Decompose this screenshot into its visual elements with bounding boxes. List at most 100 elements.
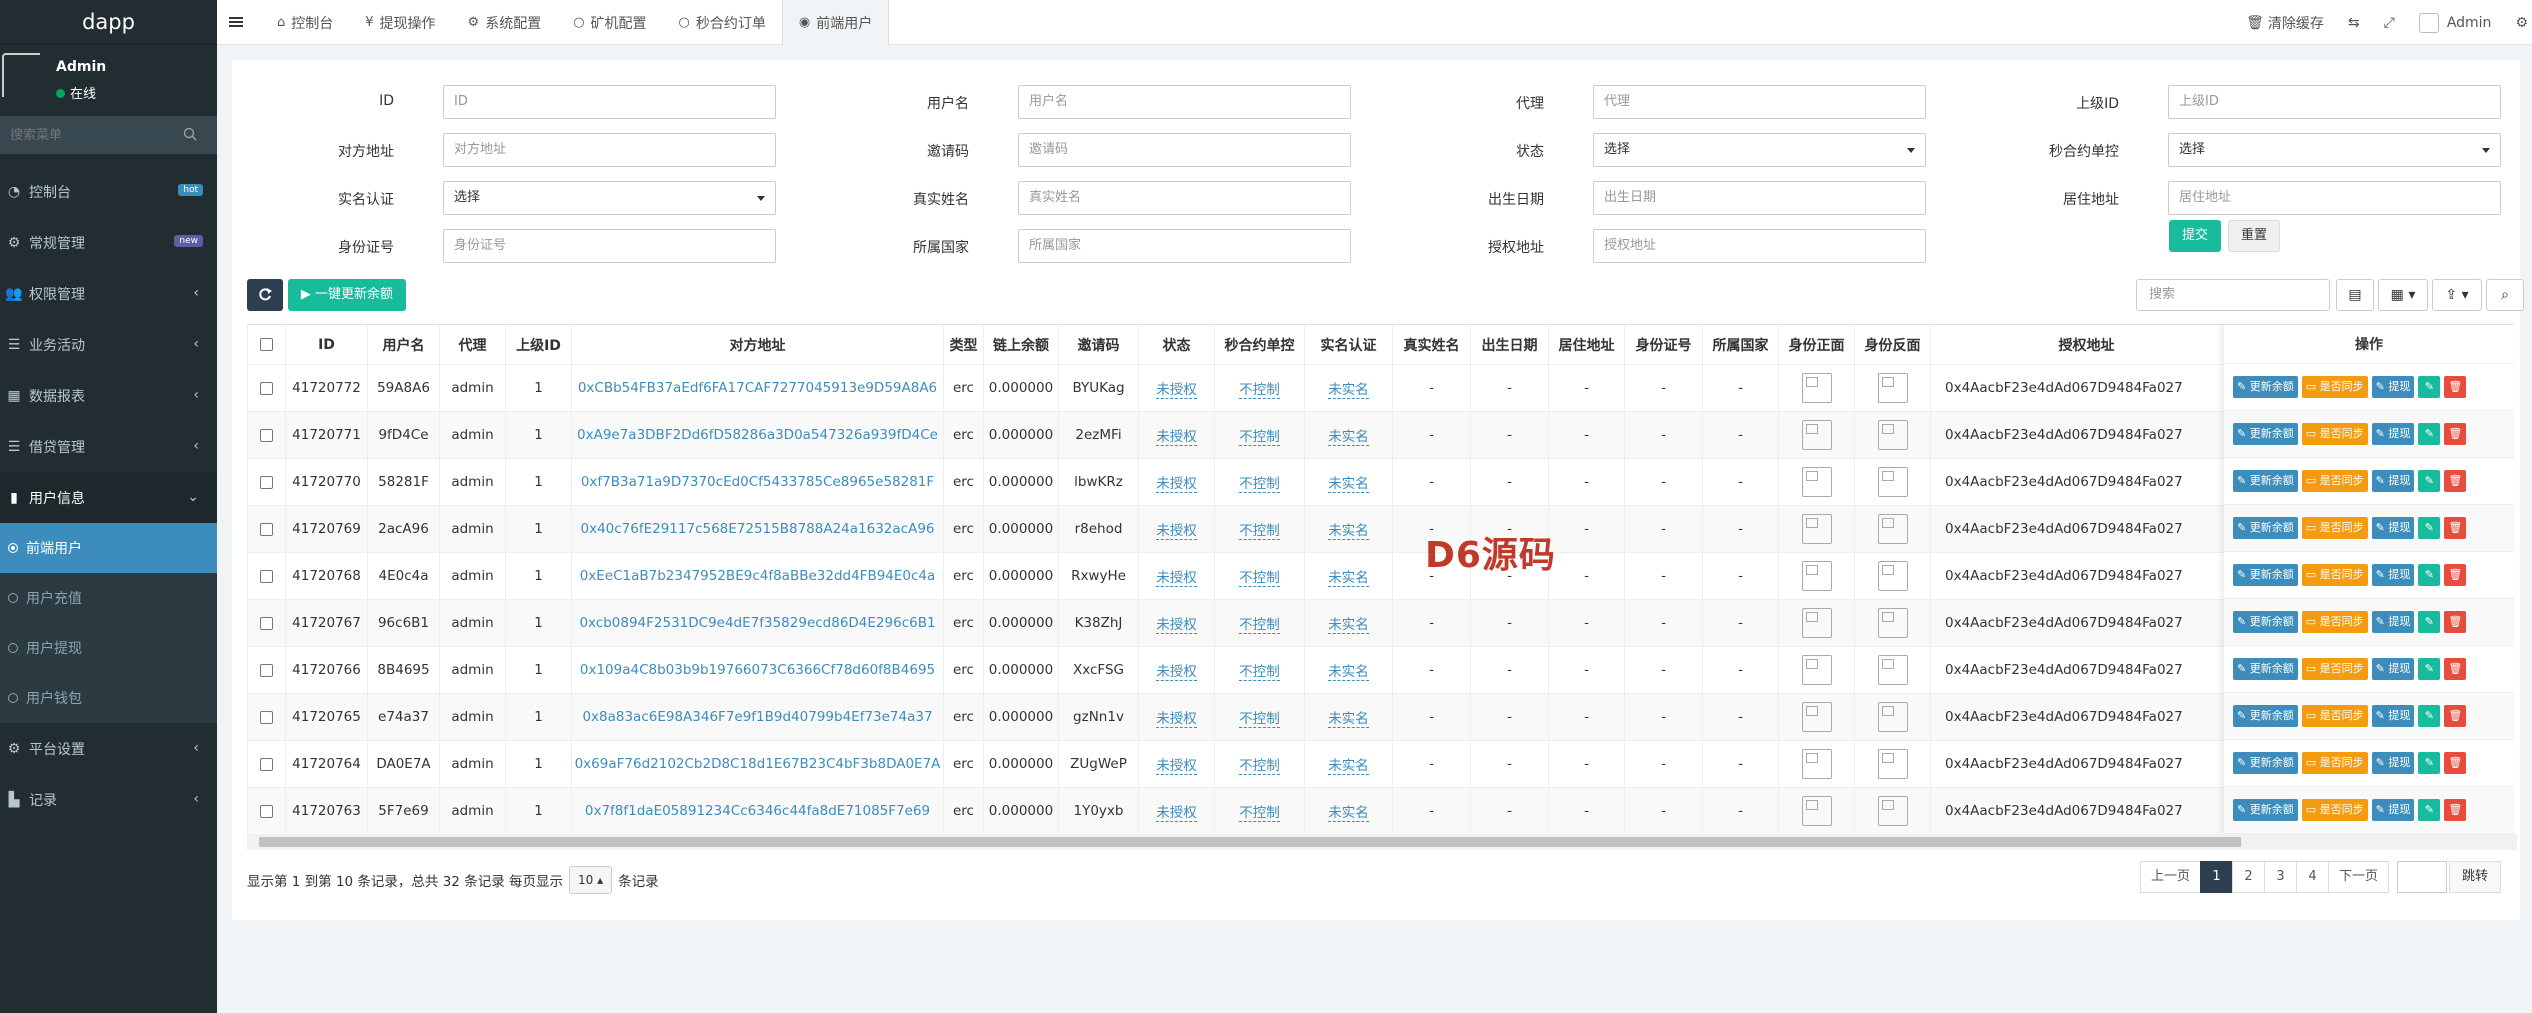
cell-status-value[interactable]: 未授权: [1156, 711, 1197, 728]
table-search-input[interactable]: 搜索: [2136, 279, 2330, 311]
search-toggle-button[interactable]: ⌕: [2486, 279, 2524, 311]
column-header[interactable]: 类型: [943, 324, 984, 365]
column-header[interactable]: 居住地址: [1548, 324, 1625, 365]
filter-input[interactable]: 邀请码: [1018, 133, 1351, 167]
filter-input[interactable]: 上级ID: [2168, 85, 2501, 119]
prev-page-button[interactable]: 上一页: [2140, 861, 2202, 893]
delete-button[interactable]: 🗑: [2444, 423, 2467, 445]
withdraw-button[interactable]: ✎ 提现: [2371, 705, 2415, 727]
broken-image-icon[interactable]: [1877, 655, 1908, 685]
cell-realname_auth-value[interactable]: 未实名: [1328, 429, 1369, 446]
jump-button[interactable]: 跳转: [2449, 861, 2502, 893]
cell-control-value[interactable]: 不控制: [1239, 570, 1280, 587]
row-checkbox[interactable]: [260, 475, 273, 489]
row-checkbox[interactable]: [260, 710, 273, 724]
column-header[interactable]: 上级ID: [505, 324, 572, 365]
filter-input[interactable]: 代理: [1593, 85, 1926, 119]
page-button-4[interactable]: 4: [2296, 861, 2330, 893]
page-button-3[interactable]: 3: [2264, 861, 2298, 893]
cell-realname_auth-value[interactable]: 未实名: [1328, 805, 1369, 822]
update-balance-button[interactable]: ✎ 更新余额: [2233, 564, 2298, 586]
column-header[interactable]: 所属国家: [1702, 324, 1779, 365]
fullscreen-button[interactable]: ⤢: [2384, 15, 2395, 31]
cell-control-value[interactable]: 不控制: [1239, 711, 1280, 728]
filter-input[interactable]: 真实姓名: [1018, 181, 1351, 215]
column-header[interactable]: 邀请码: [1058, 324, 1139, 365]
cell-control-value[interactable]: 不控制: [1239, 664, 1280, 681]
edit-button[interactable]: ✎: [2418, 799, 2441, 821]
broken-image-icon[interactable]: [1801, 749, 1832, 779]
row-checkbox[interactable]: [260, 381, 273, 395]
cell-realname_auth-value[interactable]: 未实名: [1328, 664, 1369, 681]
filter-select[interactable]: 选择: [2168, 133, 2501, 167]
sync-button[interactable]: ▭ 是否同步: [2301, 658, 2368, 680]
delete-button[interactable]: 🗑: [2444, 470, 2467, 492]
update-balance-button[interactable]: ✎ 更新余额: [2233, 705, 2298, 727]
cell-address-value[interactable]: 0xcb0894F2531DC9e4dE7f35829ecd86D4E296c6…: [579, 615, 935, 631]
withdraw-button[interactable]: ✎ 提现: [2371, 752, 2415, 774]
jump-page-input[interactable]: [2397, 861, 2448, 893]
column-header[interactable]: 授权地址: [1930, 324, 2243, 365]
delete-button[interactable]: 🗑: [2444, 658, 2467, 680]
broken-image-icon[interactable]: [1801, 608, 1832, 638]
sidebar-item-platform[interactable]: ⚙ 平台设置 ‹: [0, 723, 217, 774]
cell-control-value[interactable]: 不控制: [1239, 758, 1280, 775]
export-button[interactable]: ⇪ ▾: [2432, 279, 2482, 311]
withdraw-button[interactable]: ✎ 提现: [2371, 376, 2415, 398]
broken-image-icon[interactable]: [1801, 420, 1832, 450]
row-checkbox[interactable]: [260, 569, 273, 583]
filter-input[interactable]: 用户名: [1018, 85, 1351, 119]
next-page-button[interactable]: 下一页: [2328, 861, 2390, 893]
submit-button[interactable]: 提交: [2169, 220, 2221, 252]
cell-status-value[interactable]: 未授权: [1156, 664, 1197, 681]
sync-button[interactable]: ▭ 是否同步: [2301, 376, 2368, 398]
cell-status-value[interactable]: 未授权: [1156, 476, 1197, 493]
cell-address-value[interactable]: 0x8a83ac6E98A346F7e9f1B9d40799b4Ef73e74a…: [582, 709, 932, 725]
translate-button[interactable]: ⇆: [2348, 15, 2360, 31]
row-checkbox[interactable]: [260, 522, 273, 536]
page-button-1[interactable]: 1: [2200, 861, 2234, 893]
column-header[interactable]: 链上余额: [983, 324, 1059, 365]
sync-button[interactable]: ▭ 是否同步: [2301, 470, 2368, 492]
update-all-balance-button[interactable]: ▶ 一键更新余额: [288, 279, 406, 311]
columns-button[interactable]: ▦ ▾: [2378, 279, 2428, 311]
tab-contract-orders[interactable]: ○ 秒合约订单: [663, 0, 782, 45]
edit-button[interactable]: ✎: [2418, 423, 2441, 445]
sidebar-item-loans[interactable]: ☰ 借贷管理 ‹: [0, 421, 217, 472]
update-balance-button[interactable]: ✎ 更新余额: [2233, 658, 2298, 680]
cell-status-value[interactable]: 未授权: [1156, 617, 1197, 634]
refresh-button[interactable]: [247, 279, 283, 311]
cell-address-value[interactable]: 0xf7B3a71a9D7370cEd0Cf5433785Ce8965e5828…: [581, 474, 934, 490]
filter-input[interactable]: 身份证号: [443, 229, 776, 263]
filter-input[interactable]: 授权地址: [1593, 229, 1926, 263]
withdraw-button[interactable]: ✎ 提现: [2371, 517, 2415, 539]
sidebar-item-reports[interactable]: ▦ 数据报表 ‹: [0, 370, 217, 421]
row-checkbox[interactable]: [260, 428, 273, 442]
broken-image-icon[interactable]: [1877, 514, 1908, 544]
sidebar-item-recharge[interactable]: 用户充值: [0, 573, 217, 623]
reset-button[interactable]: 重置: [2228, 220, 2280, 252]
tab-config[interactable]: ⚙ 系统配置: [452, 0, 558, 45]
broken-image-icon[interactable]: [1801, 796, 1832, 826]
row-checkbox[interactable]: [260, 804, 273, 818]
cell-status-value[interactable]: 未授权: [1156, 429, 1197, 446]
broken-image-icon[interactable]: [1877, 796, 1908, 826]
edit-button[interactable]: ✎: [2418, 752, 2441, 774]
filter-input[interactable]: 对方地址: [443, 133, 776, 167]
column-header[interactable]: 真实姓名: [1392, 324, 1471, 365]
edit-button[interactable]: ✎: [2418, 517, 2441, 539]
sidebar-item-records[interactable]: ▙ 记录 ‹: [0, 774, 217, 825]
broken-image-icon[interactable]: [1801, 702, 1832, 732]
toggle-view-button[interactable]: ▤: [2336, 279, 2374, 311]
update-balance-button[interactable]: ✎ 更新余额: [2233, 470, 2298, 492]
cell-address-value[interactable]: 0x7f8f1daE05891234Cc6346c44fa8dE71085F7e…: [585, 803, 930, 819]
cell-address-value[interactable]: 0xCBb54FB37aEdf6FA17CAF7277045913e9D59A8…: [578, 380, 937, 396]
page-button-2[interactable]: 2: [2232, 861, 2266, 893]
cell-realname_auth-value[interactable]: 未实名: [1328, 570, 1369, 587]
cell-control-value[interactable]: 不控制: [1239, 476, 1280, 493]
broken-image-icon[interactable]: [1877, 608, 1908, 638]
withdraw-button[interactable]: ✎ 提现: [2371, 564, 2415, 586]
sync-button[interactable]: ▭ 是否同步: [2301, 705, 2368, 727]
cell-status-value[interactable]: 未授权: [1156, 805, 1197, 822]
edit-button[interactable]: ✎: [2418, 470, 2441, 492]
